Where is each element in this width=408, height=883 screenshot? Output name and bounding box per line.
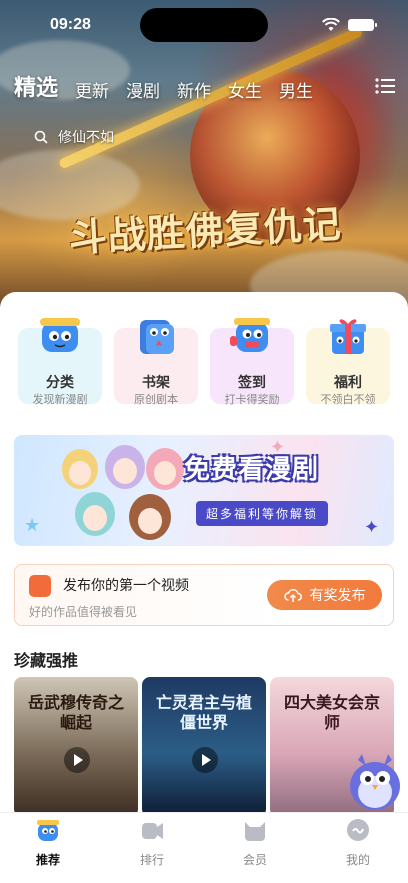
hero-banner[interactable]: 斗战胜佛复仇记	[0, 0, 408, 320]
category-title: 签到	[238, 375, 266, 391]
cloud-upload-icon	[283, 589, 302, 602]
category-subtitle: 发现新漫剧	[32, 393, 88, 406]
nav-membership[interactable]: 会员	[215, 817, 295, 868]
menu-icon[interactable]	[375, 78, 395, 94]
category-discover[interactable]: 分类 发现新漫剧	[18, 318, 102, 406]
anime-girls-illustration	[62, 445, 184, 540]
poster-title: 四大美女会京师	[283, 693, 380, 732]
bookshelf-mascot-icon	[140, 320, 174, 354]
nav-label: 排行	[139, 853, 164, 867]
search-placeholder: 修仙不如	[58, 130, 114, 146]
membership-icon	[245, 822, 265, 841]
nav-ranking[interactable]: 排行	[112, 817, 192, 868]
checkin-mascot-icon	[230, 318, 270, 352]
category-title: 福利	[334, 375, 362, 391]
poster-title: 岳武穆传奇之崛起	[27, 693, 124, 732]
top-tab-bar: 精选 更新 漫剧 新作 女生 男生	[14, 68, 330, 102]
section-title: 珍藏强推	[14, 651, 79, 670]
upload-title: 发布你的第一个视频	[63, 578, 189, 594]
category-row: 分类 发现新漫剧 书架 原创剧本 签到 打卡得奖励 福利 不领白不领	[0, 314, 408, 414]
tab-male[interactable]: 男生	[279, 77, 313, 102]
category-title: 分类	[46, 375, 74, 391]
category-subtitle: 原创剧本	[134, 393, 178, 406]
category-checkin[interactable]: 签到 打卡得奖励	[210, 318, 294, 406]
main-content: 分类 发现新漫剧 书架 原创剧本 签到 打卡得奖励 福利 不领白不领 ★ ✦ ✦…	[0, 292, 408, 812]
play-icon	[192, 747, 218, 773]
tab-featured[interactable]: 精选	[14, 70, 58, 102]
promo-subline: 超多福利等你解锁	[196, 501, 329, 526]
tab-updates[interactable]: 更新	[75, 77, 109, 102]
upload-flower-icon	[29, 575, 51, 597]
poster-card[interactable]: 亡灵君主与植僵世界	[142, 677, 266, 812]
category-mascot-icon	[40, 318, 80, 352]
gift-mascot-icon	[330, 319, 366, 354]
upload-description: 好的作品值得被看见	[29, 605, 138, 619]
search-icon	[34, 130, 48, 144]
category-benefits[interactable]: 福利 不领白不领	[306, 319, 390, 406]
tab-comic-drama[interactable]: 漫剧	[126, 77, 160, 102]
recommend-icon	[37, 820, 59, 841]
wifi-icon	[322, 18, 340, 31]
status-bar: 09:28	[0, 8, 408, 42]
tab-new-works[interactable]: 新作	[177, 77, 211, 102]
bottom-nav: 推荐 排行 会员 我的	[0, 812, 408, 883]
play-icon	[64, 747, 90, 773]
category-subtitle: 打卡得奖励	[224, 393, 280, 406]
floating-mascot-bird[interactable]	[346, 752, 404, 812]
category-bookshelf[interactable]: 书架 原创剧本	[114, 320, 198, 406]
status-time: 09:28	[50, 16, 91, 33]
nav-recommend[interactable]: 推荐	[8, 817, 88, 868]
upload-card: 发布你的第一个视频 好的作品值得被看见 有奖发布	[14, 564, 394, 626]
category-title: 书架	[142, 375, 170, 391]
poster-title: 亡灵君主与植僵世界	[155, 693, 252, 732]
camera-notch	[140, 8, 268, 42]
publish-button-label: 有奖发布	[309, 588, 366, 604]
promo-banner[interactable]: ★ ✦ ✦ 免费看漫剧 超多福利等你解锁	[14, 435, 394, 546]
nav-profile[interactable]: 我的	[318, 817, 398, 868]
poster-card[interactable]: 岳武穆传奇之崛起	[14, 677, 138, 812]
ranking-icon	[142, 823, 163, 839]
battery-icon	[348, 19, 377, 31]
profile-icon	[347, 819, 369, 841]
promo-headline: 免费看漫剧	[184, 455, 320, 485]
nav-label: 会员	[242, 853, 267, 867]
search-bar[interactable]: 修仙不如	[34, 127, 114, 147]
nav-label: 推荐	[35, 853, 60, 867]
category-subtitle: 不领白不领	[320, 393, 376, 406]
star-decoration: ✦	[364, 517, 380, 538]
tab-female[interactable]: 女生	[228, 77, 262, 102]
publish-button[interactable]: 有奖发布	[267, 580, 382, 610]
nav-label: 我的	[345, 853, 370, 867]
star-decoration: ★	[24, 515, 41, 536]
